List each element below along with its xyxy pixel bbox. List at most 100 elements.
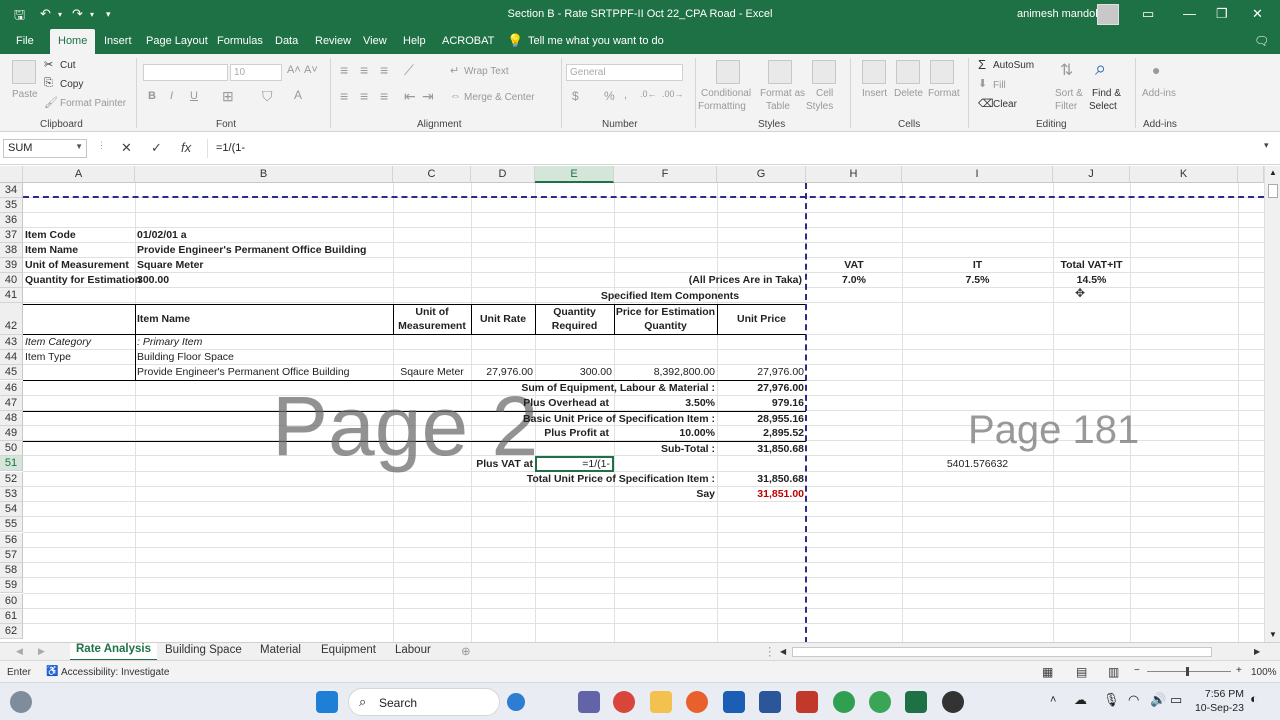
orientation-icon[interactable]: ⟋: [404, 62, 414, 79]
cell-g45[interactable]: 27,976.00: [717, 365, 806, 380]
row-header-47[interactable]: 47: [0, 396, 23, 411]
tab-home[interactable]: Home: [50, 29, 96, 54]
fill-button[interactable]: Fill: [993, 80, 1006, 91]
row-header-57[interactable]: 57: [0, 548, 23, 563]
cell-g46[interactable]: 27,976.00: [717, 381, 806, 396]
cell-b39[interactable]: Square Meter: [135, 258, 206, 273]
row-header-37[interactable]: 37: [0, 228, 23, 243]
spreadsheet-grid[interactable]: A B C D E F G H I J K 34 35 36 37 38 39 …: [0, 166, 1264, 642]
increase-decimal-icon[interactable]: .0←: [640, 89, 657, 99]
microphone-icon[interactable]: 🎙: [1103, 692, 1120, 708]
delete-cells-icon[interactable]: [896, 60, 920, 84]
cell-e42[interactable]: Quantity Required: [535, 305, 614, 333]
user-avatar[interactable]: [1097, 4, 1119, 25]
decrease-indent-icon[interactable]: ⇤: [404, 88, 416, 105]
formula-input[interactable]: =1/(1-: [207, 139, 1263, 158]
format-as-table-button[interactable]: Format as: [760, 88, 805, 99]
tab-acrobat[interactable]: ACROBAT: [442, 35, 494, 47]
column-header-i[interactable]: I: [902, 166, 1053, 183]
format-painter-button[interactable]: Format Painter: [60, 98, 126, 109]
cell-a44[interactable]: Item Type: [23, 350, 73, 365]
file-explorer-icon[interactable]: [650, 691, 672, 713]
zoom-level[interactable]: 100%: [1251, 667, 1277, 678]
delete-cells-button[interactable]: Delete: [894, 88, 923, 99]
currency-icon[interactable]: $: [572, 89, 579, 103]
shrink-font-icon[interactable]: A˅: [304, 64, 318, 76]
align-bottom-icon[interactable]: ≡: [380, 62, 388, 78]
prev-sheet-icon[interactable]: ◀: [16, 646, 23, 657]
merge-center-button[interactable]: Merge & Center: [464, 92, 535, 103]
cell-styles-button[interactable]: Cell: [816, 88, 833, 99]
tab-split-icon[interactable]: ⋮: [764, 644, 776, 658]
notification-icon[interactable]: ◐: [1250, 691, 1258, 706]
zoom-slider-handle[interactable]: [1186, 667, 1189, 676]
row-header-51[interactable]: 51: [0, 456, 23, 471]
row-header-58[interactable]: 58: [0, 563, 23, 578]
select-all-corner[interactable]: [0, 166, 23, 183]
row-header-53[interactable]: 53: [0, 487, 23, 502]
row-header-44[interactable]: 44: [0, 350, 23, 365]
align-top-icon[interactable]: ≡: [340, 62, 348, 78]
font-size-box[interactable]: 10: [230, 64, 282, 81]
row-header-48[interactable]: 48: [0, 411, 23, 426]
sheet-tab-rate-analysis[interactable]: Rate Analysis: [70, 643, 157, 661]
close-icon[interactable]: ✕: [1252, 6, 1263, 22]
wrap-text-button[interactable]: Wrap Text: [464, 66, 509, 77]
cell-j39[interactable]: Total VAT+IT: [1053, 258, 1130, 273]
accessibility-status[interactable]: Accessibility: Investigate: [61, 667, 169, 678]
cancel-entry-icon[interactable]: ✕: [121, 140, 132, 156]
cell-b45[interactable]: Provide Engineer's Permanent Office Buil…: [135, 365, 352, 380]
chrome-icon[interactable]: [613, 691, 635, 713]
scroll-up-icon[interactable]: ▲: [1269, 168, 1277, 177]
percent-icon[interactable]: %: [604, 89, 615, 103]
row-header-39[interactable]: 39: [0, 258, 23, 273]
column-header-d[interactable]: D: [471, 166, 535, 183]
cell-h39[interactable]: VAT: [806, 258, 902, 273]
row-header-54[interactable]: 54: [0, 502, 23, 517]
insert-function-icon[interactable]: fx: [181, 140, 191, 155]
cell-i40[interactable]: 7.5%: [902, 273, 1053, 288]
row-header-56[interactable]: 56: [0, 533, 23, 548]
cell-f45[interactable]: 8,392,800.00: [614, 365, 717, 380]
row-header-35[interactable]: 35: [0, 198, 23, 213]
user-name[interactable]: animesh mandol: [1017, 8, 1098, 20]
sheet-tab-material[interactable]: Material: [260, 644, 301, 656]
row-header-43[interactable]: 43: [0, 335, 23, 350]
font-color-icon[interactable]: A: [294, 88, 302, 102]
decrease-decimal-icon[interactable]: .00→: [662, 89, 684, 99]
cell-e45[interactable]: 300.00: [535, 365, 614, 380]
zoom-out-icon[interactable]: −: [1134, 665, 1140, 676]
cell-g52[interactable]: 31,850.68: [717, 472, 806, 487]
tell-me-search[interactable]: Tell me what you want to do: [528, 35, 664, 47]
comments-icon[interactable]: 🗨: [1254, 34, 1269, 48]
row-header-60[interactable]: 60: [0, 594, 23, 609]
row-header-42[interactable]: 42: [0, 303, 23, 335]
row-header-62[interactable]: 62: [0, 624, 23, 639]
cell-styles-icon[interactable]: [812, 60, 836, 84]
align-middle-icon[interactable]: ≡: [360, 62, 368, 78]
tab-page-layout[interactable]: Page Layout: [146, 35, 208, 47]
tab-view[interactable]: View: [363, 35, 387, 47]
cell-f50[interactable]: Sub-Total :: [471, 442, 717, 457]
taskbar-clock[interactable]: 7:56 PM 10-Sep-23: [1190, 687, 1244, 715]
cell-a40[interactable]: Quantity for Estimation: [23, 273, 143, 288]
cell-g48[interactable]: 28,955.16: [717, 412, 806, 427]
font-family-box[interactable]: [143, 64, 228, 81]
tab-file[interactable]: File: [16, 35, 34, 47]
row-header-61[interactable]: 61: [0, 609, 23, 624]
cell-f41[interactable]: Specified Item Components: [535, 289, 805, 304]
tab-review[interactable]: Review: [315, 35, 351, 47]
firefox-icon[interactable]: [686, 691, 708, 713]
cell-f47[interactable]: 3.50%: [614, 396, 717, 411]
sheet-tab-building-space[interactable]: Building Space: [165, 644, 242, 656]
column-header-c[interactable]: C: [393, 166, 471, 183]
maximize-icon[interactable]: ❐: [1216, 6, 1228, 22]
volume-icon[interactable]: 🔊: [1150, 692, 1166, 708]
column-header-j[interactable]: J: [1053, 166, 1130, 183]
row-header-45[interactable]: 45: [0, 365, 23, 380]
add-sheet-icon[interactable]: ⊕: [461, 644, 471, 658]
wifi-icon[interactable]: ◠: [1128, 692, 1139, 708]
scroll-left-icon[interactable]: ◀: [780, 647, 786, 656]
align-right-icon[interactable]: ≡: [380, 88, 388, 104]
paste-button[interactable]: Paste: [12, 89, 38, 100]
